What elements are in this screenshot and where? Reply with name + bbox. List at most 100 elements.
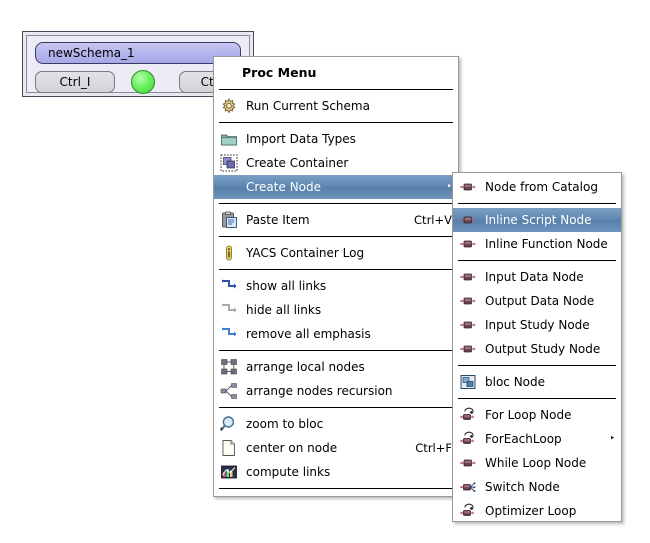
page-icon	[220, 439, 238, 457]
menu-item-bloc-node[interactable]: bloc Node	[453, 370, 621, 394]
menu-item-inline-script-node[interactable]: Inline Script Node	[453, 208, 621, 232]
menu-separator	[219, 236, 453, 237]
node-status-indicator	[131, 70, 155, 94]
menu-item-paste-item[interactable]: Paste Item Ctrl+V	[214, 208, 458, 232]
menu-separator	[458, 260, 616, 261]
link-hide-icon	[220, 301, 238, 319]
menu-item-label: Paste Item	[246, 213, 310, 227]
menu-item-inline-function-node[interactable]: Inline Function Node	[453, 232, 621, 256]
menu-item-label: center on node	[246, 441, 338, 455]
menu-separator	[219, 203, 453, 204]
info-icon	[220, 244, 238, 262]
loop-icon	[459, 406, 477, 424]
node-icon	[459, 316, 477, 334]
menu-item-label: arrange local nodes	[246, 360, 365, 374]
menu-item-node-from-catalog[interactable]: Node from Catalog	[453, 175, 621, 199]
menu-item-optimizer-loop[interactable]: Optimizer Loop	[453, 499, 621, 523]
menu-item-label: zoom to bloc	[246, 417, 324, 431]
node-icon	[459, 292, 477, 310]
menu-item-label: Import Data Types	[246, 132, 356, 146]
menu-item-yacs-container-log[interactable]: YACS Container Log	[214, 241, 458, 265]
menu-item-import-data-types[interactable]: Import Data Types	[214, 127, 458, 151]
node-icon	[459, 268, 477, 286]
switch-icon	[459, 478, 477, 496]
menu-separator	[219, 122, 453, 123]
clipboard-icon	[220, 211, 238, 229]
menu-item-label: Create Container	[246, 156, 349, 170]
menu-item-label: bloc Node	[485, 375, 546, 389]
menu-item-label: Optimizer Loop	[485, 504, 577, 518]
menu-item-label: Input Data Node	[485, 270, 584, 284]
menu-item-create-node[interactable]: Create Node ‣	[214, 175, 458, 199]
menu-item-label: YACS Container Log	[246, 246, 365, 260]
folder-icon	[220, 130, 238, 148]
menu-item-center-on-node[interactable]: center on node Ctrl+F	[214, 436, 458, 460]
menu-item-for-loop-node[interactable]: For Loop Node	[453, 403, 621, 427]
arrange-grid-icon	[220, 358, 238, 376]
container-icon	[220, 154, 238, 172]
bloc-icon	[459, 373, 477, 391]
menu-item-label: Output Study Node	[485, 342, 601, 356]
menu-separator	[219, 350, 453, 351]
link-emphasis-icon	[220, 325, 238, 343]
menu-item-label: remove all emphasis	[246, 327, 371, 341]
menu-item-label: Inline Script Node	[485, 213, 592, 227]
magnifier-icon	[220, 415, 238, 433]
menu-item-arrange-nodes-recursion[interactable]: arrange nodes recursion	[214, 379, 458, 403]
menu-item-hide-all-links[interactable]: hide all links	[214, 298, 458, 322]
menu-item-label: Switch Node	[485, 480, 560, 494]
menu-item-label: Output Data Node	[485, 294, 595, 308]
menu-item-label: Create Node	[246, 180, 322, 194]
menu-item-label: Inline Function Node	[485, 237, 608, 251]
menu-item-output-study-node[interactable]: Output Study Node	[453, 337, 621, 361]
menu-item-label: hide all links	[246, 303, 322, 317]
menu-item-foreach-loop[interactable]: ForEachLoop ‣	[453, 427, 621, 451]
node-icon	[459, 340, 477, 358]
menu-item-compute-links[interactable]: compute links	[214, 460, 458, 484]
menu-item-input-study-node[interactable]: Input Study Node	[453, 313, 621, 337]
menu-item-input-data-node[interactable]: Input Data Node	[453, 265, 621, 289]
loop-icon	[459, 430, 477, 448]
menu-item-show-all-links[interactable]: show all links	[214, 274, 458, 298]
menu-item-label: For Loop Node	[485, 408, 572, 422]
menu-item-while-loop-node[interactable]: While Loop Node	[453, 451, 621, 475]
menu-item-label: Input Study Node	[485, 318, 590, 332]
submenu-arrow-icon: ‣	[609, 433, 615, 444]
menu-item-label: Node from Catalog	[485, 180, 598, 194]
menu-item-zoom-to-bloc[interactable]: zoom to bloc	[214, 412, 458, 436]
proc-menu-item-list: Run Current Schema Import Data Types Creat…	[214, 94, 458, 489]
node-icon	[459, 211, 477, 229]
menu-separator	[219, 269, 453, 270]
schema-node-title[interactable]: newSchema_1	[35, 42, 241, 64]
create-node-submenu[interactable]: Node from Catalog Inline Script Node Inlin…	[452, 172, 622, 522]
menu-item-create-container[interactable]: Create Container	[214, 151, 458, 175]
node-icon	[459, 178, 477, 196]
menu-item-label: While Loop Node	[485, 456, 587, 470]
menu-separator	[458, 203, 616, 204]
menu-separator	[219, 488, 453, 489]
menu-item-output-data-node[interactable]: Output Data Node	[453, 289, 621, 313]
node-icon	[459, 454, 477, 472]
menu-item-run-current-schema[interactable]: Run Current Schema	[214, 94, 458, 118]
menu-item-shortcut: Ctrl+F	[415, 441, 452, 455]
menu-item-arrange-local-nodes[interactable]: arrange local nodes	[214, 355, 458, 379]
proc-menu-title: Proc Menu	[242, 64, 317, 80]
menu-separator	[458, 398, 616, 399]
schema-node-input-port[interactable]: Ctrl_I	[35, 71, 115, 93]
node-icon	[459, 235, 477, 253]
menu-separator	[219, 407, 453, 408]
menu-separator	[219, 89, 453, 90]
menu-item-shortcut: Ctrl+V	[414, 213, 452, 227]
menu-item-remove-all-emphasis[interactable]: remove all emphasis	[214, 322, 458, 346]
none-icon	[220, 178, 238, 196]
menu-item-label: Run Current Schema	[246, 99, 370, 113]
proc-context-menu[interactable]: Proc Menu Run Current Schema Import Data …	[213, 56, 459, 497]
menu-item-label: ForEachLoop	[485, 432, 562, 446]
menu-item-label: compute links	[246, 465, 331, 479]
menu-item-label: show all links	[246, 279, 327, 293]
menu-separator	[458, 365, 616, 366]
create-node-item-list: Node from Catalog Inline Script Node Inlin…	[453, 175, 621, 523]
gear-icon	[220, 97, 238, 115]
menu-item-switch-node[interactable]: Switch Node	[453, 475, 621, 499]
chart-icon	[220, 463, 238, 481]
